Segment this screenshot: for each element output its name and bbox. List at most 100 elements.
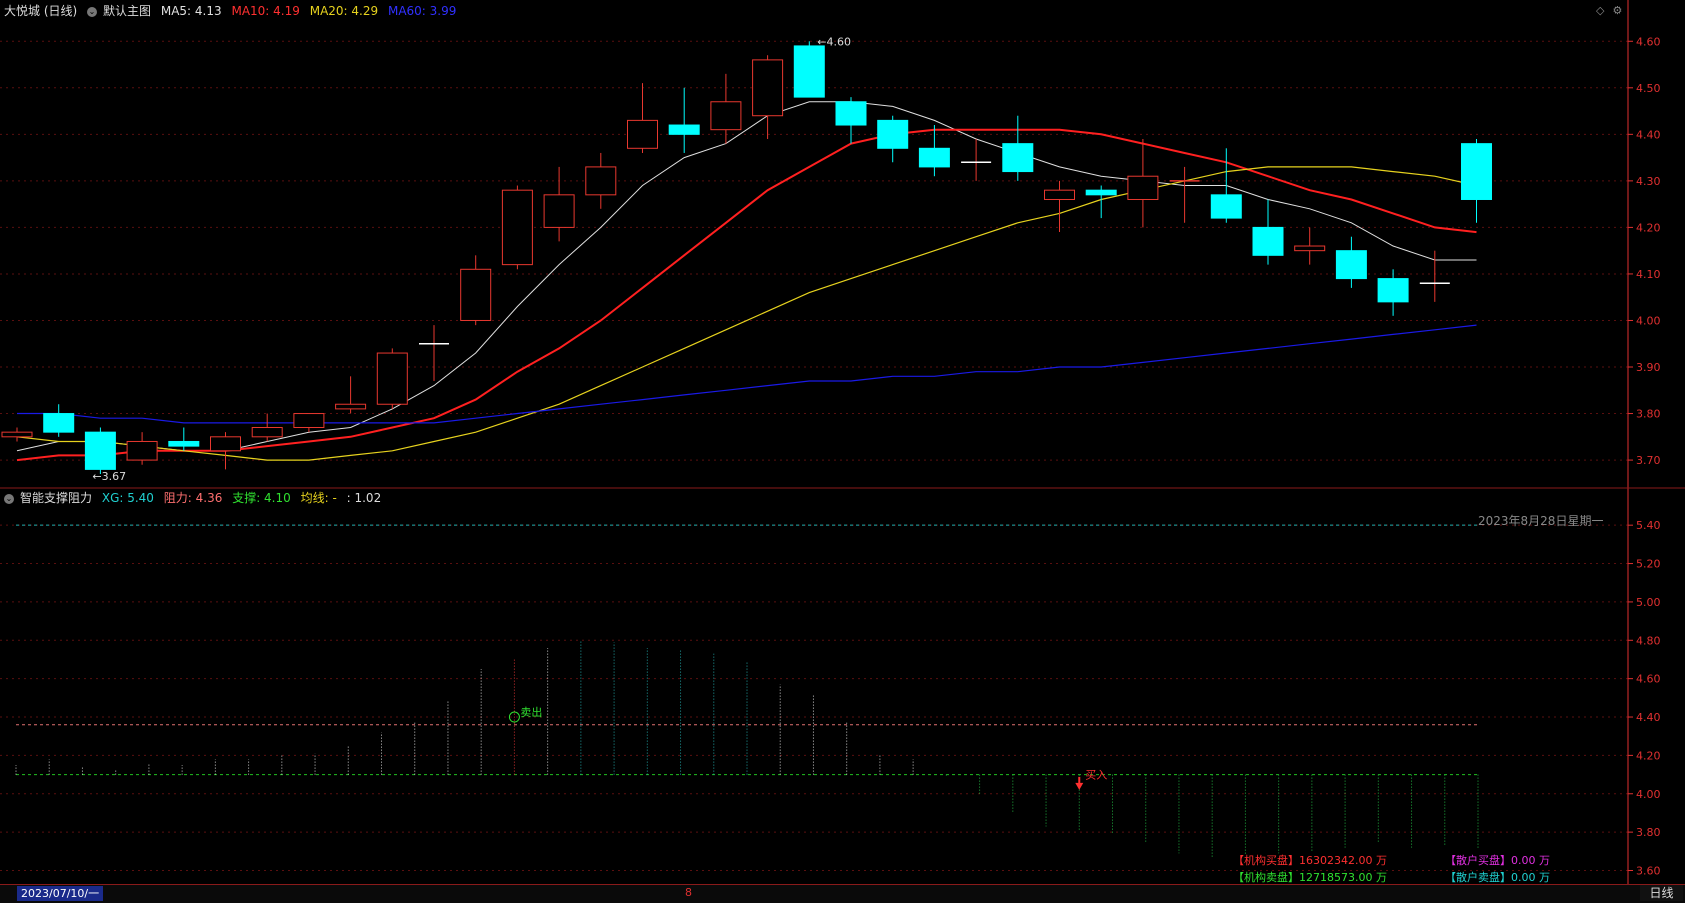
axis-tick-label: 4.60	[1636, 35, 1661, 48]
signal-markers: ←4.60 ←3.67 卖出买入	[92, 35, 1107, 790]
candle-body	[710, 101, 742, 131]
ma60-line	[17, 324, 1477, 424]
axis-tick-label: 5.00	[1636, 596, 1661, 609]
candle-up	[335, 376, 367, 414]
ma20-label: MA20: 4.29	[309, 4, 379, 18]
xg-label: XG: 5.40	[101, 491, 154, 505]
timeframe-button[interactable]: 日线	[1640, 885, 1683, 901]
stock-name[interactable]: 大悦城 (日线)	[4, 4, 77, 18]
candle-body	[1044, 189, 1075, 200]
candle-up	[126, 432, 158, 465]
buy-arrow-icon	[1075, 776, 1084, 790]
axis-tick-label: 4.60	[1636, 673, 1661, 686]
chevron-down-icon[interactable]: ⌄	[87, 6, 98, 17]
axis-tick-label: 3.60	[1636, 864, 1661, 877]
candle-body	[84, 431, 116, 470]
candle-body	[918, 147, 950, 168]
candle-down	[668, 87, 700, 153]
candle-down	[43, 404, 75, 437]
indicator-name[interactable]: 智能支撑阻力	[20, 491, 92, 505]
candle-up	[627, 83, 658, 153]
candle-up	[1169, 166, 1200, 223]
indicator-header: ⌄ 智能支撑阻力 XG: 5.40 阻力: 4.36 支撑: 4.10 均线: -…	[4, 489, 387, 507]
ma10-label: MA10: 4.19	[231, 4, 300, 18]
buy-signal-label: 买入	[1085, 768, 1107, 781]
axis-tick-label: 4.40	[1636, 711, 1661, 724]
candle-body	[1461, 143, 1492, 200]
candle-down	[877, 115, 909, 163]
ma10-line	[16, 128, 1477, 462]
resist-label: 阻力: 4.36	[163, 491, 223, 505]
axis-tick-label: 3.90	[1636, 361, 1661, 374]
axis-tick-label: 4.40	[1636, 128, 1661, 141]
time-axis	[0, 884, 1685, 903]
candle-up	[376, 348, 408, 409]
main-chart-grid	[0, 40, 1628, 461]
candle-down	[1252, 199, 1284, 265]
price-axis: 4.60 4.50 4.40 4.30 4.20 4.10 4.00 3.90 3.80 3.70…	[1628, 35, 1661, 877]
retail-sell-text: 【散户卖盘】0.00 万	[1445, 871, 1550, 884]
main-chart-selector[interactable]: 默认主图	[103, 4, 151, 18]
candle-up	[543, 166, 575, 242]
indicator-bars	[15, 640, 1479, 858]
inst-sell-text: 【机构卖盘】12718573.00 万	[1233, 871, 1387, 884]
candle-up	[460, 255, 492, 326]
candle-body	[251, 427, 283, 438]
candle-down	[918, 125, 950, 177]
candle-up	[251, 413, 283, 442]
date-tooltip: 2023年8月28日星期一	[1478, 514, 1604, 528]
candle-down	[1335, 236, 1367, 288]
candle-down	[84, 427, 116, 475]
candle-down	[1461, 138, 1492, 223]
inst-buy-text: 【机构买盘】16302342.00 万	[1233, 854, 1387, 867]
axis-tick-label: 4.00	[1636, 314, 1661, 327]
candle-up	[293, 413, 325, 433]
candle-up	[501, 185, 533, 270]
candle-body	[585, 166, 617, 196]
axis-tick-label: 3.70	[1636, 454, 1661, 467]
chart-frame	[0, 0, 1685, 884]
candle-down	[835, 97, 867, 144]
high-price-label: ←4.60	[817, 35, 851, 48]
candle-body	[668, 124, 700, 135]
candle-up	[710, 73, 742, 144]
candle-body	[460, 268, 492, 321]
candle-up	[1127, 138, 1159, 228]
candlesticks[interactable]	[1, 41, 1492, 475]
candle-body	[1335, 250, 1367, 280]
candle-up	[961, 138, 992, 181]
candle-body	[1085, 189, 1117, 196]
candle-down	[793, 41, 825, 98]
ratio-label: : 1.02	[346, 491, 382, 505]
candle-down	[1085, 185, 1117, 219]
candle-up	[210, 432, 241, 470]
current-date: 2023/07/10/一	[17, 886, 104, 901]
axis-tick-label: 4.80	[1636, 634, 1661, 647]
candle-body	[210, 436, 241, 452]
axis-tick-label: 5.40	[1636, 519, 1661, 532]
candle-body	[793, 45, 825, 98]
support-label: 支撑: 4.10	[232, 491, 291, 505]
axis-tick-label: 3.80	[1636, 408, 1661, 421]
retail-buy-text: 【散户买盘】0.00 万	[1445, 854, 1550, 867]
diamond-icon[interactable]: ◇	[1596, 4, 1612, 17]
candle-body	[335, 403, 367, 410]
candle-body	[168, 440, 200, 447]
axis-tick-label: 5.20	[1636, 558, 1661, 571]
chart-canvas[interactable]: 4.60 4.50 4.40 4.30 4.20 4.10 4.00 3.90 3.80 3.70…	[0, 0, 1685, 902]
candle-body	[1210, 194, 1242, 219]
indicator-grid	[0, 524, 1628, 871]
avg-label: 均线: -	[300, 491, 337, 505]
axis-tick-label: 3.80	[1636, 826, 1661, 839]
candle-body	[835, 101, 867, 126]
axis-tick-label: 4.50	[1636, 82, 1661, 95]
candle-up	[752, 55, 784, 139]
sell-signal-label: 卖出	[520, 705, 542, 719]
candle-up	[585, 152, 617, 209]
gear-icon[interactable]: ⚙	[1612, 4, 1630, 17]
moving-average-lines	[16, 101, 1477, 462]
chevron-down-icon[interactable]: ⌄	[4, 493, 14, 504]
axis-tick-label: 4.30	[1636, 175, 1661, 188]
month-marker: 8	[685, 886, 692, 899]
ma20-line	[16, 166, 1477, 461]
